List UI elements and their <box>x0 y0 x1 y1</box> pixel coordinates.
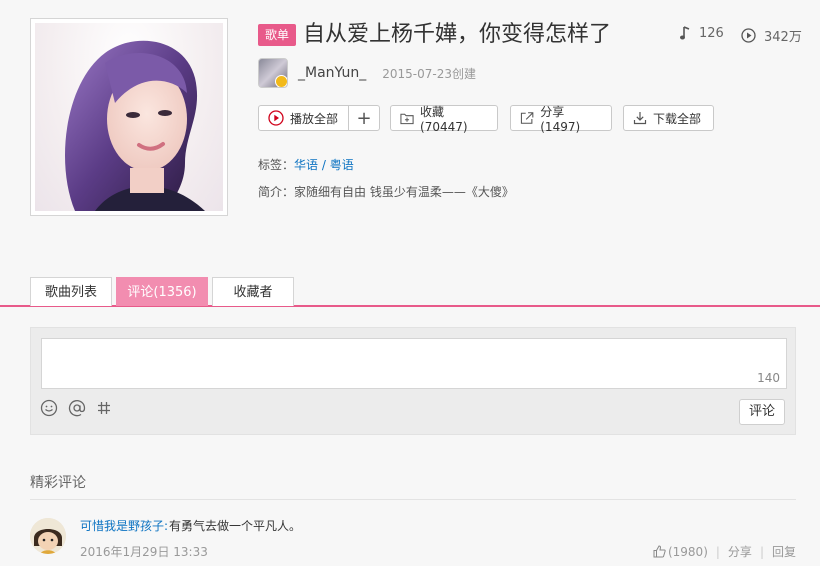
tag-link[interactable]: 华语 <box>294 158 318 172</box>
action-separator: | <box>715 544 720 559</box>
desc-text: 家随细有自由 钱虽少有温柔——《大傻》 <box>294 185 514 199</box>
desc-label: 简介： <box>258 185 295 199</box>
like-button[interactable]: (1980) <box>653 545 708 559</box>
add-to-queue-button[interactable]: + <box>348 106 379 130</box>
at-icon[interactable] <box>66 397 88 419</box>
comment-avatar[interactable] <box>30 518 66 554</box>
music-note-icon <box>680 26 690 40</box>
tab-collectors[interactable]: 收藏者 <box>212 277 294 306</box>
comment-username[interactable]: 可惜我是野孩子: <box>80 517 168 534</box>
share-button[interactable]: 分享(1497) <box>510 104 612 134</box>
play-all-button[interactable]: 播放全部 + <box>258 105 380 131</box>
download-all-button[interactable]: 下载全部 <box>623 105 714 131</box>
cover-portrait <box>65 40 205 211</box>
play-all-label: 播放全部 <box>290 111 339 126</box>
track-count-value: 126 <box>699 26 724 41</box>
share-icon <box>520 112 534 124</box>
collect-button[interactable]: 收藏(70447) <box>390 104 498 134</box>
playlist-description: 简介：家随细有自由 钱虽少有温柔——《大傻》 <box>258 183 514 200</box>
create-date: 2015-07-23创建 <box>382 66 476 81</box>
download-icon <box>633 112 647 125</box>
playlist-badge: 歌单 <box>258 24 296 46</box>
share-label: 分享(1497) <box>540 104 581 134</box>
creator-avatar[interactable] <box>258 58 288 88</box>
comment-reply-button[interactable]: 回复 <box>772 543 796 560</box>
hot-comments-title: 精彩评论 <box>30 475 86 491</box>
vip-badge-icon <box>275 75 287 87</box>
playlist-tabs: 歌曲列表 评论(1356) 收藏者 <box>0 277 820 307</box>
playlist-cover <box>30 18 228 216</box>
play-count: 342万 <box>741 26 802 45</box>
like-count: (1980) <box>667 544 708 559</box>
hash-icon[interactable] <box>93 397 115 419</box>
cover-image <box>35 23 223 211</box>
action-separator: | <box>759 544 764 559</box>
playlist-tags: 标签：华语 / 粤语 <box>258 156 354 173</box>
play-count-value: 342万 <box>764 30 802 45</box>
emoji-icon[interactable] <box>38 397 60 419</box>
section-divider <box>30 499 796 500</box>
folder-plus-icon <box>400 113 414 124</box>
creator-name[interactable]: _ManYun_ <box>298 65 366 81</box>
comment-text: 有勇气去做一个平凡人。 <box>169 519 302 533</box>
comment-input[interactable]: 140 <box>41 338 787 389</box>
tag-link[interactable]: 粤语 <box>330 158 354 172</box>
tab-song-list[interactable]: 歌曲列表 <box>30 277 112 306</box>
download-all-label: 下载全部 <box>653 111 702 126</box>
play-circle-icon <box>741 28 756 43</box>
tags-label: 标签： <box>258 158 295 172</box>
creator-info: _ManYun_ 2015-07-23创建 <box>258 58 476 88</box>
track-count: 126 <box>680 26 724 41</box>
tab-comments[interactable]: 评论(1356) <box>116 277 208 306</box>
collect-label: 收藏(70447) <box>420 104 468 134</box>
thumbs-up-icon <box>653 545 666 558</box>
play-icon <box>268 110 284 126</box>
comment-actions: (1980) | 分享 | 回复 <box>653 543 796 560</box>
comment-editor: 140 评论 <box>30 327 796 435</box>
comment-time: 2016年1月29日 13:33 <box>80 545 208 559</box>
tag-separator: / <box>318 158 330 172</box>
char-counter: 140 <box>757 371 780 385</box>
comment-share-button[interactable]: 分享 <box>728 543 752 560</box>
playlist-title: 自从爱上杨千嬅，你变得怎样了 <box>303 22 612 47</box>
submit-comment-button[interactable]: 评论 <box>739 399 785 425</box>
